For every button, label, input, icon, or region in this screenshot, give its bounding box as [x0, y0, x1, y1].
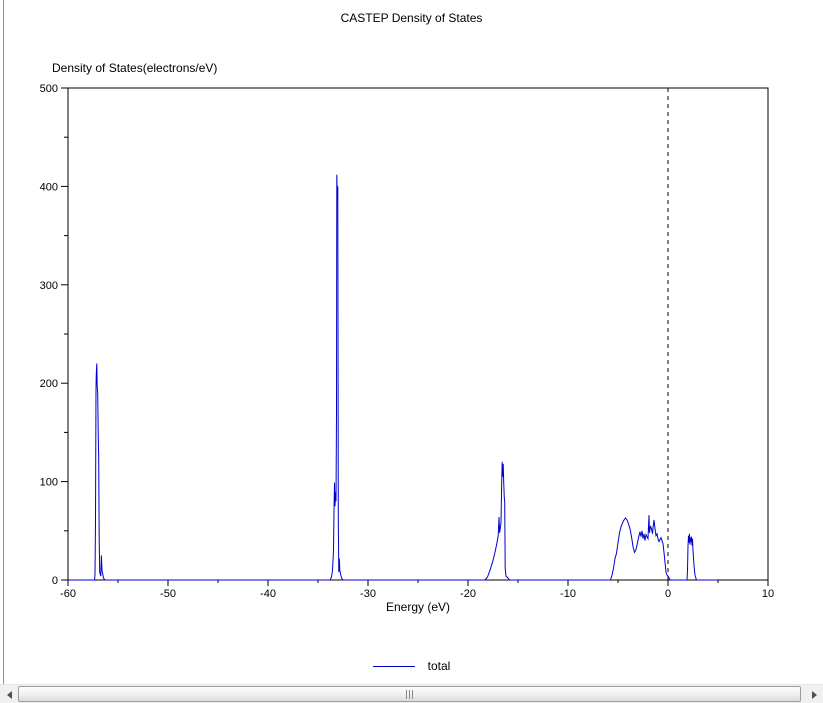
- horizontal-scrollbar[interactable]: [0, 684, 823, 703]
- scrollbar-grip-icon: [405, 689, 414, 699]
- plot-border: [67, 87, 769, 581]
- scroll-right-button[interactable]: [806, 686, 822, 703]
- svg-text:-10: -10: [560, 588, 576, 600]
- svg-text:10: 10: [762, 588, 774, 600]
- dos-plot-svg: -60 -50 -40 -30 -20 -10 0 100100200300400500: [40, 83, 774, 600]
- svg-text:-20: -20: [460, 588, 476, 600]
- svg-text:100: 100: [40, 477, 58, 489]
- y-axis-ticks: 0 100 200 300 400 500: [40, 83, 68, 587]
- scroll-left-button[interactable]: [1, 686, 17, 703]
- x-axis-title: Energy (eV): [385, 600, 451, 614]
- svg-text:500: 500: [40, 83, 58, 95]
- svg-text:0: 0: [665, 588, 671, 600]
- svg-text:-50: -50: [160, 588, 176, 600]
- legend-label-total: total: [427, 659, 451, 673]
- svg-text:300: 300: [40, 280, 58, 292]
- svg-text:-40: -40: [260, 588, 276, 600]
- scrollbar-thumb[interactable]: [18, 686, 801, 702]
- svg-text:-60: -60: [60, 588, 76, 600]
- scroll-right-arrow-icon: [811, 690, 817, 699]
- legend: total: [0, 659, 823, 673]
- svg-text:200: 200: [40, 378, 58, 390]
- dos-curve-total: [68, 174, 718, 581]
- svg-text:-30: -30: [360, 588, 376, 600]
- svg-text:0: 0: [52, 575, 58, 587]
- scroll-left-arrow-icon: [6, 690, 12, 699]
- svg-text:400: 400: [40, 181, 58, 193]
- x-axis-ticks: -60 -50 -40 -30 -20 -10 0 10: [60, 580, 774, 600]
- legend-line-swatch: [372, 665, 415, 667]
